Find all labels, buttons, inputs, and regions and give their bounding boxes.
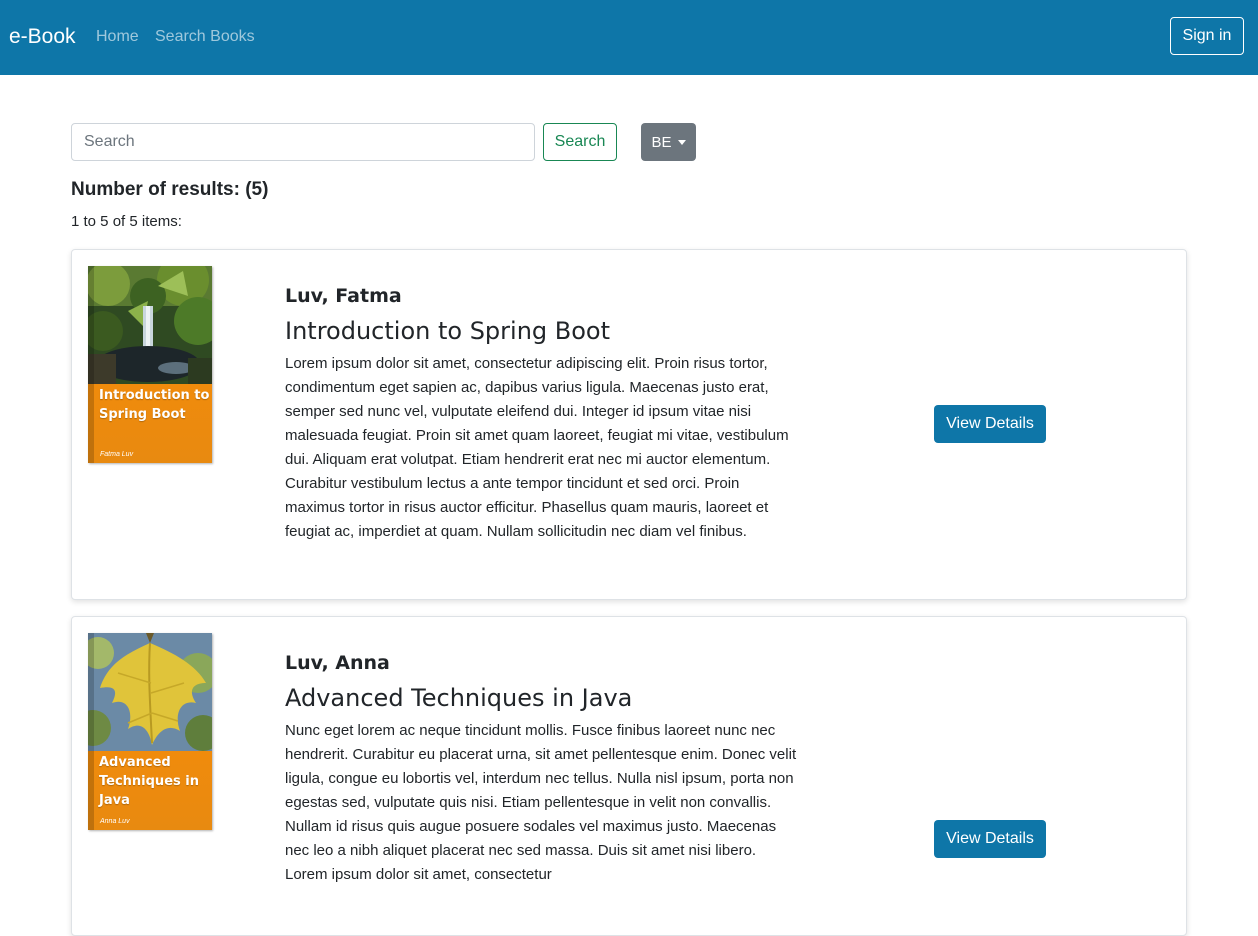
book-title: Introduction to Spring Boot <box>285 317 611 345</box>
view-details-button[interactable]: View Details <box>934 405 1046 443</box>
cover-photo-waterfall <box>88 266 212 384</box>
sign-in-button[interactable]: Sign in <box>1170 17 1244 55</box>
book-card: Advanced Techniques in Java Anna Luv Luv… <box>71 616 1187 936</box>
book-author: Luv, Fatma <box>285 285 402 307</box>
book-title: Advanced Techniques in Java <box>285 684 633 712</box>
book-cover-image: Introduction to Spring Boot Fatma Luv <box>88 266 212 463</box>
cover-photo-maple-leaf <box>88 633 212 751</box>
book-description: Nunc eget lorem ac neque tincidunt molli… <box>285 722 797 883</box>
view-details-button[interactable]: View Details <box>934 820 1046 858</box>
results-count: Number of results: (5) <box>71 179 269 200</box>
cover-author: Anna Luv <box>100 818 130 825</box>
caret-down-icon <box>677 139 686 145</box>
book-cover-image: Advanced Techniques in Java Anna Luv <box>88 633 212 830</box>
cover-title: Introduction to Spring Boot <box>99 388 210 422</box>
book-description: Lorem ipsum dolor sit amet, consectetur … <box>285 355 789 540</box>
language-dropdown-button[interactable]: BE <box>641 123 696 161</box>
language-label: BE <box>651 133 672 151</box>
search-input[interactable] <box>71 123 535 161</box>
brand-link[interactable]: e-Book <box>9 24 76 50</box>
cover-author: Fatma Luv <box>100 451 134 458</box>
book-author: Luv, Anna <box>285 652 390 674</box>
top-navbar: e-Book Home Search Books Sign in <box>0 0 1258 75</box>
results-range: 1 to 5 of 5 items: <box>71 213 182 230</box>
cover-title: Advanced Techniques in Java <box>99 755 199 808</box>
nav-link-search-books[interactable]: Search Books <box>155 27 255 47</box>
search-button[interactable]: Search <box>543 123 617 161</box>
book-card: Introduction to Spring Boot Fatma Luv Lu… <box>71 249 1187 600</box>
nav-link-home[interactable]: Home <box>96 27 139 47</box>
